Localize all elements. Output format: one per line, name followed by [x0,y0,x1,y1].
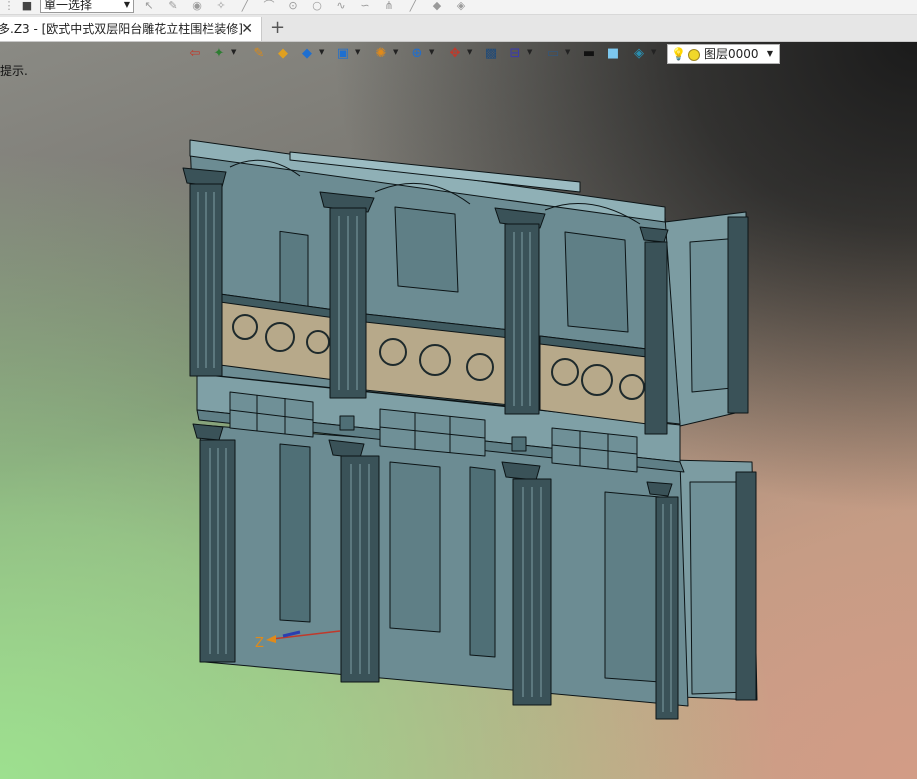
selection-mode-dropdown[interactable]: 單一选择 ▼ [40,0,134,13]
spline-icon[interactable]: ∽ [358,0,372,12]
new-tab-button[interactable]: + [270,15,285,41]
pointer-icon[interactable]: ↖ [142,0,156,12]
lightbulb-icon[interactable]: 💡 [671,45,686,63]
chevron-down-icon[interactable]: ▼ [429,48,434,56]
views-icon[interactable]: ▣ [335,46,351,62]
chevron-down-icon[interactable]: ▼ [231,48,236,56]
line-color-icon[interactable]: ▬ [581,46,597,62]
box-icon[interactable]: ◆ [275,46,291,62]
selection-mode-value: 單一选择 [44,0,93,12]
layer-icon[interactable]: ◈ [631,46,647,62]
pan-icon[interactable]: ✥ [447,46,463,62]
filter-icon[interactable]: ✦ [211,46,227,62]
document-tab[interactable]: 多.Z3 - [欧式中式双层阳台雕花立柱围栏装修] ✕ [0,17,262,41]
chevron-down-icon[interactable]: ▼ [319,48,324,56]
balcony-model[interactable] [0,42,917,779]
main-toolbar: ⋮ ■ 單一选择 ▼ ↖ ✎ ◉ ✧ ╱ ⌒ ⊙ ○ ∿ ∽ ⋔ ╱ ◆ ◈ [0,0,917,15]
zoom-icon[interactable]: ⊕ [409,46,425,62]
bucket-icon[interactable]: ◈ [454,0,468,12]
paint-icon[interactable]: ◆ [430,0,444,12]
chevron-down-icon: ▼ [123,0,130,9]
trim-icon[interactable]: ⋔ [382,0,396,12]
chevron-down-icon[interactable]: ▼ [467,48,472,56]
sketch-icon[interactable]: ✧ [214,0,228,12]
axis-z-label: Z [255,636,264,651]
curve-icon[interactable]: ∿ [334,0,348,12]
cube-icon[interactable]: ◆ [299,46,315,62]
measure-icon[interactable]: ╱ [406,0,420,12]
display-icon[interactable]: ▭ [545,46,561,62]
layer-color-swatch [688,49,700,61]
circle-icon[interactable]: ◉ [190,0,204,12]
pick-icon[interactable]: ✎ [251,46,267,62]
document-tab-bar: 多.Z3 - [欧式中式双层阳台雕花立柱围栏装修] ✕ + [0,15,917,42]
exit-icon[interactable]: ⇦ [187,46,203,62]
fill-color-icon[interactable]: ■ [605,46,621,62]
point-icon[interactable]: ⊙ [286,0,300,12]
close-icon[interactable]: ✕ [241,17,253,41]
dimension-icon[interactable]: ⊟ [507,46,523,62]
chevron-down-icon[interactable]: ▼ [527,48,532,56]
document-tab-title: 多.Z3 - [欧式中式双层阳台雕花立柱围栏装修] [0,22,243,36]
ring-icon[interactable]: ○ [310,0,324,12]
render-icon[interactable]: ✺ [373,46,389,62]
stop-icon[interactable]: ■ [20,0,34,12]
chevron-down-icon[interactable]: ▼ [767,45,773,63]
wrench-icon[interactable]: ✎ [166,0,180,12]
layer-selector[interactable]: 💡 图层0000 ▼ [667,44,780,64]
arc-icon[interactable]: ⌒ [262,0,276,12]
chevron-down-icon[interactable]: ▼ [565,48,570,56]
snapshot-icon[interactable]: ▩ [483,46,499,62]
separator-icon: ⋮ [3,0,15,12]
line-icon[interactable]: ╱ [238,0,252,12]
3d-viewport[interactable]: 提示. Z ⇦ ✦ ▼ ✎ ◆ ◆ ▼ ▣ ▼ ✺ ▼ ⊕ ▼ ✥ ▼ ▩ ⊟ … [0,42,917,779]
chevron-down-icon[interactable]: ▼ [393,48,398,56]
chevron-down-icon[interactable]: ▼ [651,48,656,56]
chevron-down-icon[interactable]: ▼ [355,48,360,56]
layer-name: 图层0000 [704,47,759,61]
